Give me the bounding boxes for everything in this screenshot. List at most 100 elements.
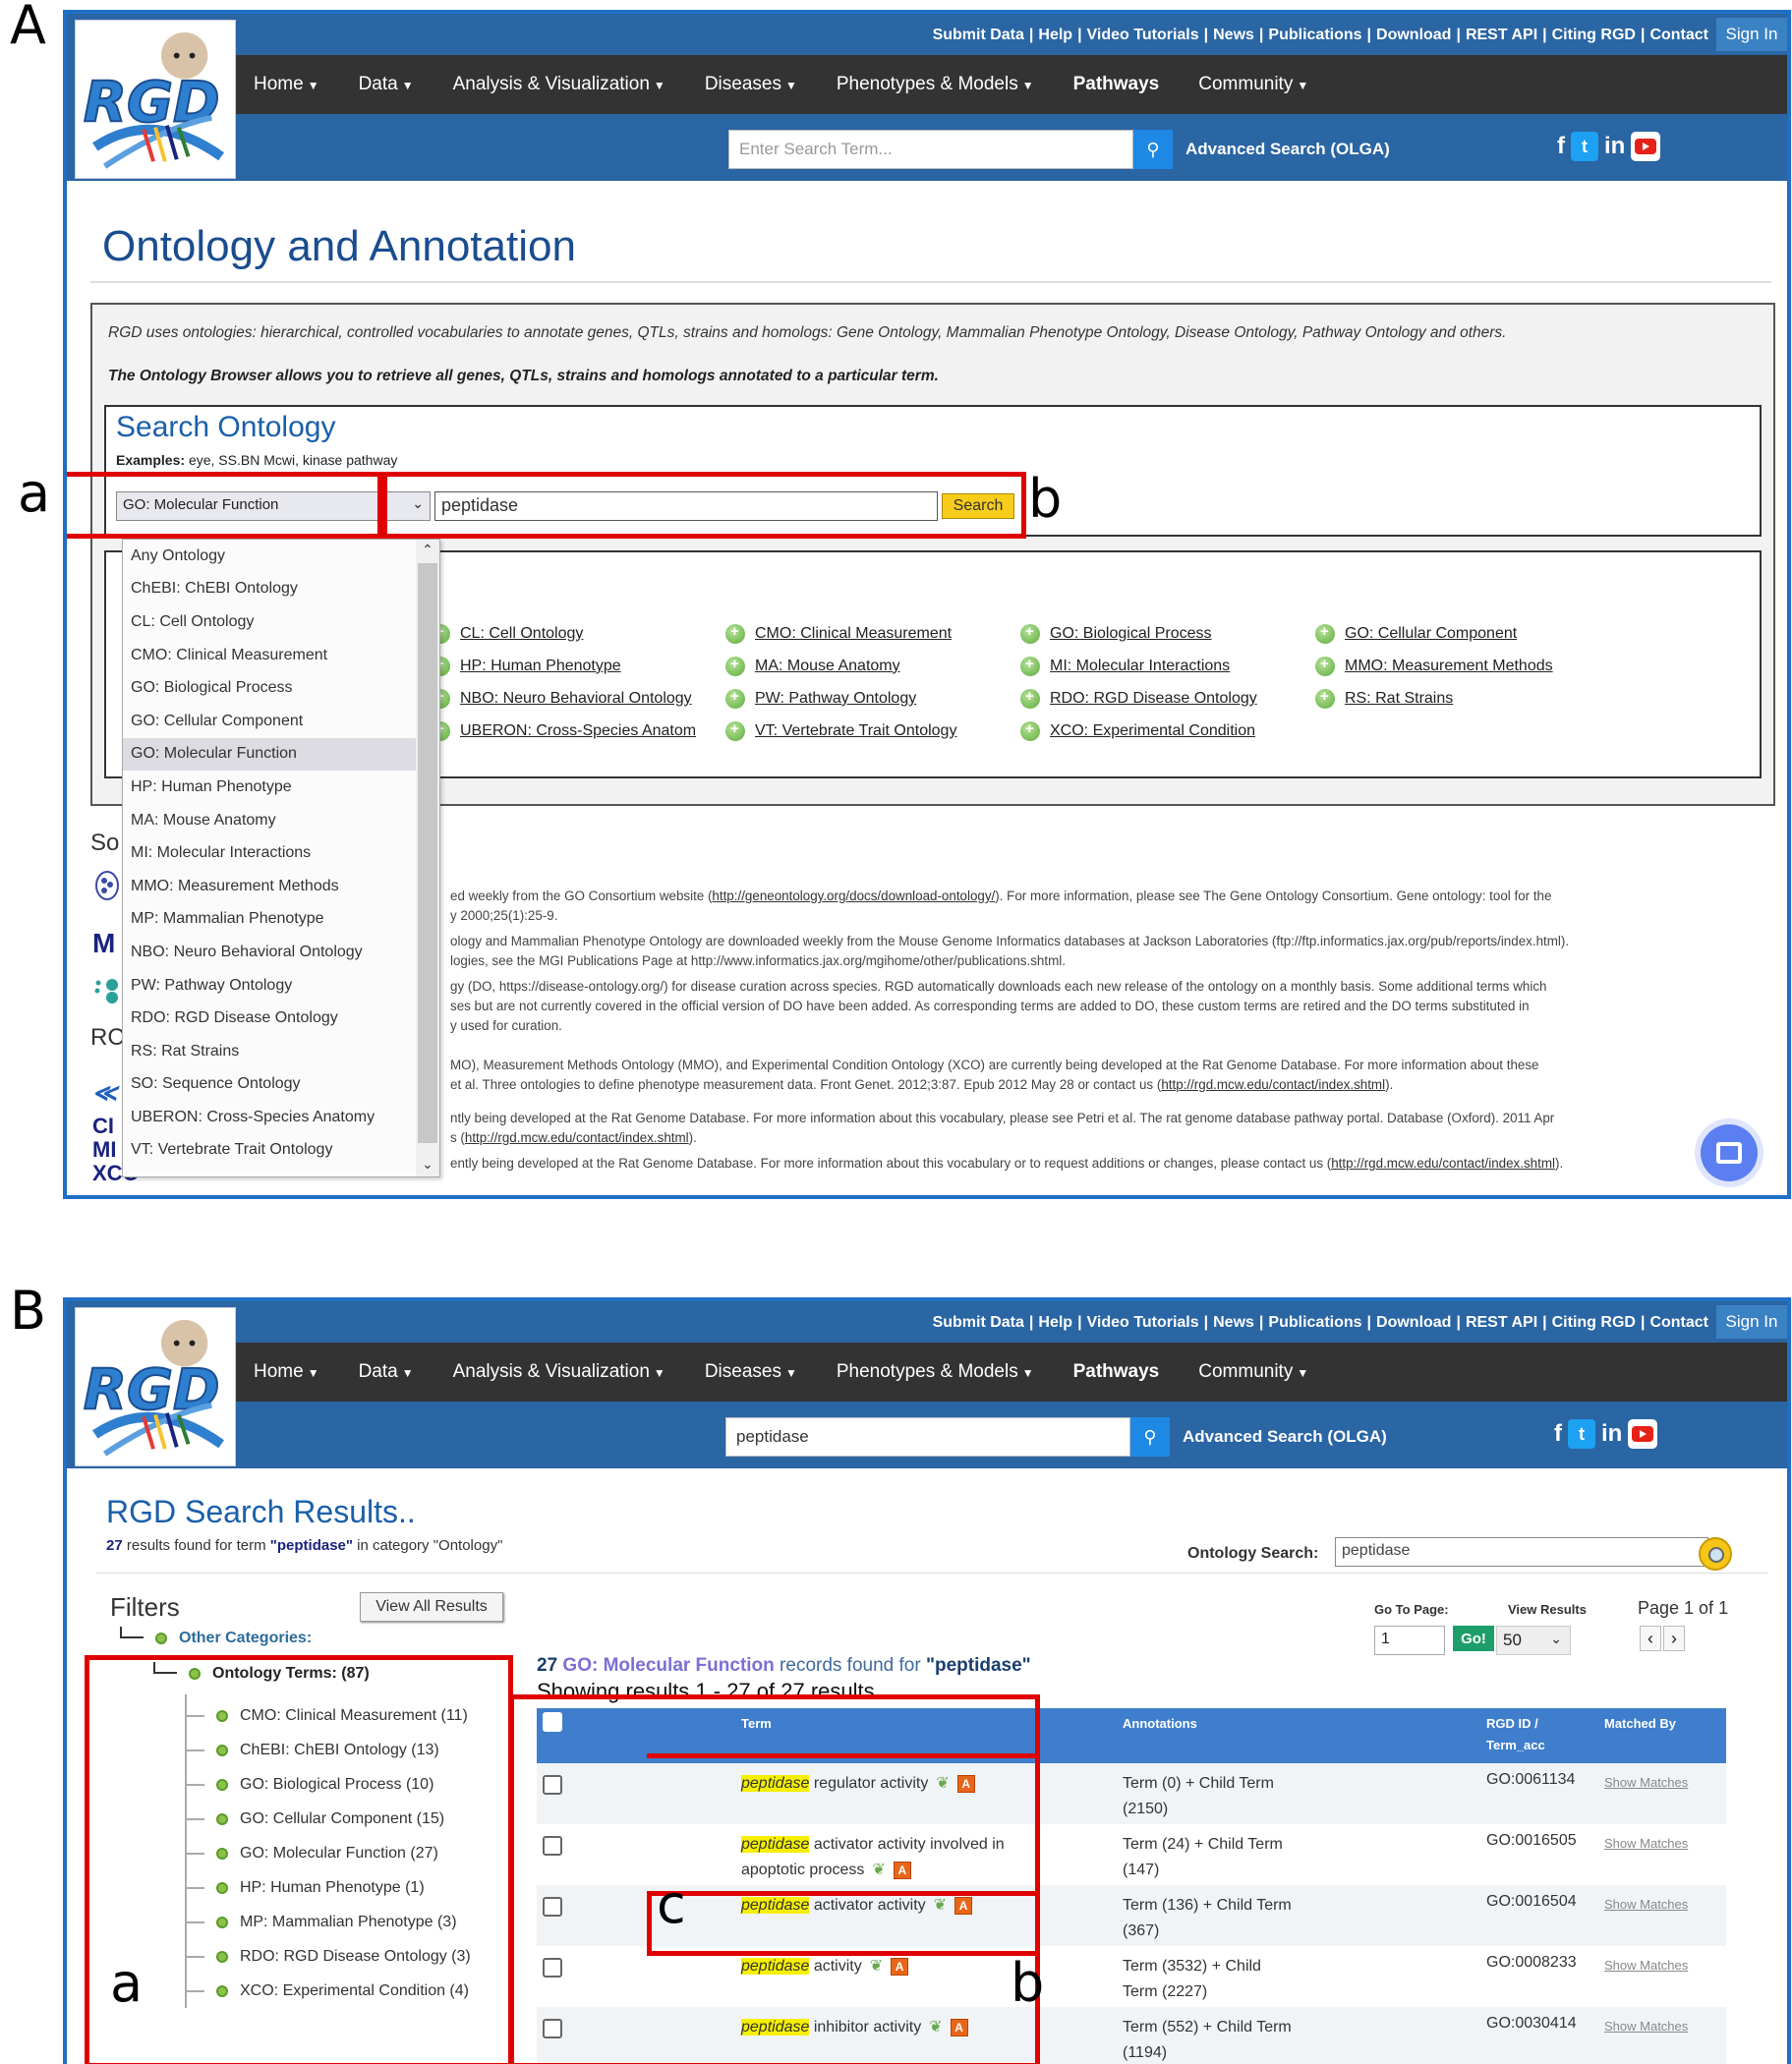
browse-ontology-item[interactable]: CL: Cell Ontology (431, 621, 725, 646)
filter-ontology-item[interactable]: ChEBI: ChEBI Ontology (13) (187, 1733, 471, 1767)
dropdown-option[interactable]: MA: Mouse Anatomy (123, 804, 416, 837)
prev-page-button[interactable]: ‹ (1640, 1626, 1661, 1651)
ontology-tree-icon[interactable]: ❦ (934, 1893, 947, 1919)
top-link[interactable]: Video Tutorials (1087, 27, 1199, 44)
filter-ontology-terms[interactable]: Ontology Terms: (87) (153, 1662, 370, 1683)
browse-ontology-link[interactable]: GO: Cellular Component (1345, 625, 1517, 643)
dropdown-option[interactable]: CL: Cell Ontology (123, 605, 416, 639)
annotation-icon[interactable]: A (893, 1861, 911, 1879)
filter-ontology-item[interactable]: CMO: Clinical Measurement (11) (187, 1698, 471, 1733)
ontology-tree-icon[interactable]: ❦ (936, 1771, 949, 1797)
search-icon[interactable]: ⚲ (1130, 1417, 1170, 1457)
row-checkbox[interactable] (543, 1897, 562, 1917)
browse-ontology-item[interactable]: UBERON: Cross-Species Anatom (431, 718, 725, 743)
ontology-dropdown-list[interactable]: Any Ontology ChEBI: ChEBI Ontology CL: Cel… (122, 539, 440, 1177)
browse-ontology-link[interactable]: GO: Biological Process (1050, 625, 1212, 643)
row-checkbox[interactable] (543, 1958, 562, 1978)
scroll-down-icon[interactable]: ⌄ (416, 1156, 439, 1173)
dropdown-option[interactable]: NBO: Neuro Behavioral Ontology (123, 936, 416, 969)
next-page-button[interactable]: › (1663, 1626, 1685, 1651)
browse-ontology-link[interactable]: HP: Human Phenotype (460, 658, 621, 675)
rgd-logo[interactable]: RGD (75, 1307, 236, 1466)
nav-item-diseases[interactable]: Diseases ▼ (705, 1361, 797, 1383)
linkedin-icon[interactable]: in (1604, 132, 1625, 161)
term-text[interactable]: activity (809, 1958, 862, 1975)
filter-ontology-item[interactable]: GO: Molecular Function (27) (187, 1836, 471, 1870)
top-link[interactable]: Video Tutorials (1087, 1314, 1199, 1332)
term-cell[interactable]: peptidase activity ❦ A (741, 1954, 1036, 1979)
ontology-tree-icon[interactable]: ❦ (929, 2015, 942, 2040)
top-link[interactable]: Help (1038, 1314, 1072, 1332)
show-matches-link[interactable]: Show Matches (1604, 2019, 1688, 2034)
browse-ontology-item[interactable]: MI: Molecular Interactions (1020, 654, 1315, 678)
browse-ontology-item[interactable]: HP: Human Phenotype (431, 654, 725, 678)
filter-ontology-item[interactable]: MP: Mammalian Phenotype (3) (187, 1905, 471, 1939)
row-checkbox[interactable] (543, 1775, 562, 1795)
source-link[interactable]: http://geneontology.org/docs/download-on… (712, 889, 995, 903)
browse-ontology-link[interactable]: PW: Pathway Ontology (755, 690, 916, 708)
nav-item-diseases[interactable]: Diseases ▼ (705, 74, 797, 95)
scroll-up-icon[interactable]: ⌃ (416, 542, 439, 558)
filter-ontology-item[interactable]: XCO: Experimental Condition (4) (187, 1974, 471, 2008)
nav-item-home[interactable]: Home ▼ (254, 74, 319, 95)
ontology-tree-icon[interactable]: ❦ (870, 1954, 883, 1979)
row-checkbox[interactable] (543, 1836, 562, 1856)
dropdown-option[interactable]: UBERON: Cross-Species Anatomy (123, 1101, 416, 1134)
linkedin-icon[interactable]: in (1601, 1419, 1622, 1449)
nav-item-community[interactable]: Community ▼ (1198, 1361, 1308, 1383)
annotation-icon[interactable]: A (950, 2018, 968, 2036)
select-all-checkbox[interactable] (543, 1712, 562, 1732)
browse-ontology-link[interactable]: NBO: Neuro Behavioral Ontology (460, 690, 692, 708)
show-matches-link[interactable]: Show Matches (1604, 1836, 1688, 1851)
nav-item-phenotypes-models[interactable]: Phenotypes & Models ▼ (837, 1361, 1034, 1383)
top-link[interactable]: REST API (1466, 1314, 1537, 1332)
term-cell[interactable]: peptidase inhibitor activity ❦ A (741, 2015, 1036, 2040)
browse-ontology-item[interactable]: MA: Mouse Anatomy (725, 654, 1020, 678)
browse-ontology-item[interactable]: MMO: Measurement Methods (1315, 654, 1610, 678)
column-term-acc[interactable]: Term_acc (1486, 1738, 1545, 1752)
dropdown-option[interactable]: MP: Mammalian Phenotype (123, 903, 416, 937)
dropdown-option[interactable]: ChEBI: ChEBI Ontology (123, 573, 416, 606)
row-checkbox[interactable] (543, 2019, 562, 2038)
dropdown-option[interactable]: CMO: Clinical Measurement (123, 639, 416, 672)
dropdown-option[interactable]: MMO: Measurement Methods (123, 870, 416, 903)
scrollbar-thumb[interactable] (418, 563, 437, 1143)
column-annotations[interactable]: Annotations (1123, 1716, 1197, 1731)
top-link[interactable]: Publications (1268, 1314, 1361, 1332)
browse-ontology-link[interactable]: XCO: Experimental Condition (1050, 722, 1255, 740)
ontology-select[interactable]: GO: Molecular Function ⌄ (116, 491, 431, 521)
dropdown-scrollbar[interactable]: ⌃ ⌄ (416, 540, 439, 1176)
browse-ontology-link[interactable]: MA: Mouse Anatomy (755, 658, 900, 675)
term-cell[interactable]: peptidase activator activity involved in… (741, 1832, 1036, 1883)
dropdown-option[interactable]: HP: Human Phenotype (123, 771, 416, 804)
nav-item-community[interactable]: Community ▼ (1198, 74, 1308, 95)
rgd-logo[interactable]: RGD (75, 20, 236, 179)
top-link[interactable]: Submit Data (933, 1314, 1024, 1332)
magnifier-icon[interactable] (1699, 1537, 1732, 1571)
browse-ontology-item[interactable]: VT: Vertebrate Trait Ontology (725, 718, 1020, 743)
annotation-icon[interactable]: A (956, 1774, 975, 1793)
top-link[interactable]: Contact (1649, 1314, 1708, 1332)
youtube-icon[interactable] (1628, 1419, 1658, 1449)
browse-ontology-item[interactable]: NBO: Neuro Behavioral Ontology (431, 686, 725, 711)
advanced-search-link[interactable]: Advanced Search (OLGA) (1185, 140, 1390, 159)
nav-item-data[interactable]: Data ▼ (359, 74, 414, 95)
dropdown-option[interactable]: RS: Rat Strains (123, 1035, 416, 1068)
browse-ontology-link[interactable]: RS: Rat Strains (1345, 690, 1453, 708)
browse-ontology-item[interactable]: CMO: Clinical Measurement (725, 621, 1020, 646)
dropdown-option[interactable]: VT: Vertebrate Trait Ontology (123, 1134, 416, 1168)
browse-ontology-item[interactable]: PW: Pathway Ontology (725, 686, 1020, 711)
top-link[interactable]: Publications (1268, 27, 1361, 44)
annotation-icon[interactable]: A (954, 1896, 973, 1915)
browse-ontology-item[interactable]: RDO: RGD Disease Ontology (1020, 686, 1315, 711)
facebook-icon[interactable]: f (1557, 132, 1565, 161)
filter-ontology-item[interactable]: GO: Cellular Component (15) (187, 1802, 471, 1836)
sign-in-button[interactable]: Sign In (1716, 18, 1787, 51)
twitter-icon[interactable]: t (1568, 1419, 1595, 1449)
global-search-input[interactable]: Enter Search Term... (728, 130, 1133, 169)
top-link[interactable]: Contact (1649, 27, 1708, 44)
dropdown-option[interactable]: MI: Molecular Interactions (123, 836, 416, 870)
search-button[interactable]: Search (942, 493, 1014, 519)
browse-ontology-link[interactable]: CMO: Clinical Measurement (755, 625, 952, 643)
ontology-term-input[interactable]: peptidase (434, 491, 938, 521)
